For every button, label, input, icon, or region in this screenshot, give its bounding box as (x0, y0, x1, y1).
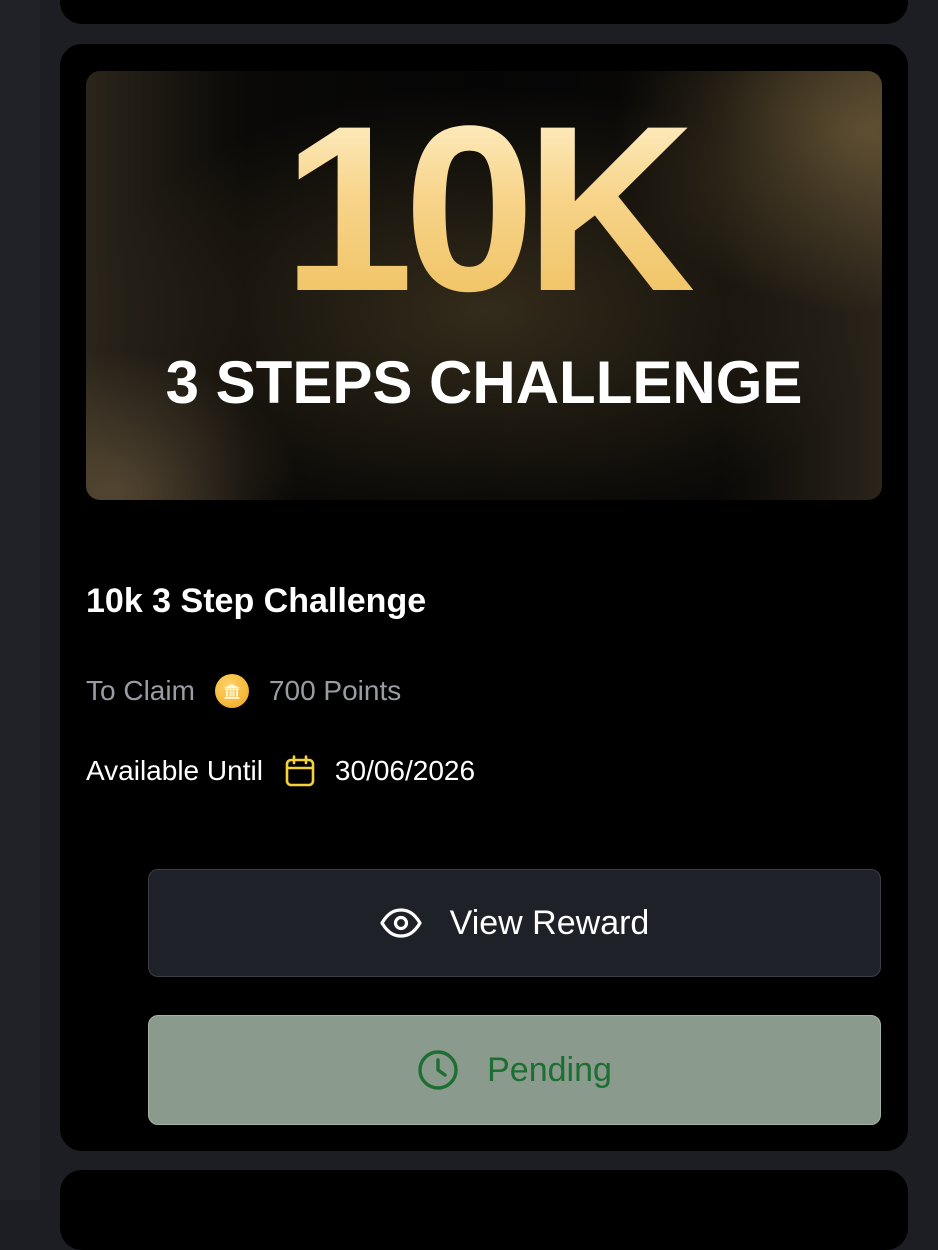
until-label: Available Until (86, 755, 263, 786)
reward-card: 10K 3 STEPS CHALLENGE 10k 3 Step Challen… (60, 44, 908, 1151)
previous-reward-card (60, 0, 908, 24)
reward-banner-image: 10K 3 STEPS CHALLENGE (86, 71, 882, 500)
pending-status-button[interactable]: Pending (148, 1015, 881, 1125)
pending-label: Pending (487, 1050, 612, 1089)
claim-label: To Claim (86, 675, 195, 706)
view-reward-button[interactable]: View Reward (148, 869, 881, 977)
until-date: 30/06/2026 (334, 755, 476, 786)
view-reward-label: View Reward (449, 903, 650, 942)
banner-headline: 10K (86, 91, 882, 327)
left-strip (0, 0, 40, 1200)
eye-icon (380, 908, 422, 938)
availability-row: Available Until 30/06/2026 (86, 751, 475, 791)
reward-title: 10k 3 Step Challenge (86, 582, 427, 620)
next-reward-card (60, 1170, 908, 1250)
calendar-icon (285, 755, 315, 787)
coin-icon (214, 674, 249, 708)
clock-icon (417, 1049, 459, 1091)
banner-subheadline: 3 STEPS CHALLENGE (165, 349, 803, 416)
claim-row: To Claim 700 Points (86, 671, 401, 711)
points-value: 700 Points (268, 675, 402, 706)
